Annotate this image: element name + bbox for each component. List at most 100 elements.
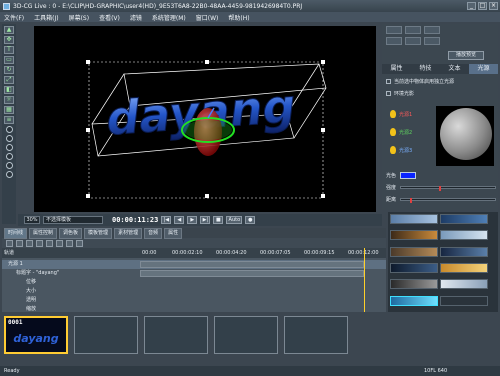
light-3[interactable]: 光源3 — [390, 146, 412, 154]
light-tool-icon[interactable]: ☼ — [4, 96, 14, 104]
auto-button[interactable]: Auto — [226, 216, 243, 224]
text-tool-icon[interactable]: T — [4, 46, 14, 54]
tab-lights[interactable]: 光源 — [469, 64, 498, 74]
tab-effects[interactable]: 特技 — [411, 64, 440, 74]
move-tool-icon[interactable]: ✥ — [4, 36, 14, 44]
ambient-shadow-option[interactable]: 环境光影 — [386, 90, 414, 97]
material-thumb[interactable] — [440, 246, 488, 257]
material-thumb[interactable] — [390, 230, 438, 241]
prev-frame-icon[interactable]: ◀ — [174, 216, 185, 224]
menu-system[interactable]: 系统管理(M) — [152, 13, 186, 22]
shape-tool-icon[interactable]: ▭ — [4, 56, 14, 64]
menu-toolbox[interactable]: 工具箱(J) — [34, 13, 58, 22]
view-side-icon[interactable] — [5, 135, 13, 142]
menu-screen[interactable]: 屏幕(S) — [69, 13, 90, 22]
intensity-slider[interactable] — [400, 186, 496, 191]
expand-icon[interactable] — [76, 239, 83, 247]
tool-3-icon[interactable] — [424, 26, 440, 34]
move-down-icon[interactable] — [36, 239, 43, 247]
track-row[interactable]: 缩放 — [2, 305, 386, 314]
lock-icon[interactable] — [66, 239, 73, 247]
material-thumb[interactable] — [390, 262, 438, 273]
light-1[interactable]: 光源1 — [390, 110, 412, 118]
close-button[interactable]: × — [489, 2, 498, 10]
timeline-ruler[interactable]: 轨道 00:00 00:00:02:10 00:00:04:20 00:00:0… — [2, 248, 386, 258]
scene-thumb[interactable] — [74, 316, 138, 354]
rotate-tool-icon[interactable]: ↻ — [4, 66, 14, 74]
delete-track-icon[interactable] — [16, 239, 23, 247]
material-thumb[interactable] — [440, 230, 488, 241]
track-row[interactable]: 光源 1 — [2, 260, 386, 269]
tool-2-icon[interactable] — [405, 26, 421, 34]
view-perspective-icon[interactable] — [5, 153, 13, 160]
scene-thumb-selected[interactable]: 0001 dayang — [4, 316, 68, 354]
track-row[interactable]: 位移 — [2, 278, 386, 287]
render-viewport[interactable]: dayang — [34, 26, 376, 212]
tab-template-manager[interactable]: 模板管理 — [84, 227, 113, 239]
zoom-select[interactable]: 30% — [24, 216, 40, 224]
tab-audio[interactable]: 音频 — [144, 227, 163, 239]
checkbox-icon[interactable] — [386, 91, 391, 96]
view-reset-icon[interactable] — [5, 171, 13, 178]
link-icon[interactable] — [56, 239, 63, 247]
material-thumb[interactable] — [390, 214, 438, 224]
tool-5-icon[interactable] — [405, 37, 421, 45]
tab-timeline[interactable]: 时间线 — [4, 227, 28, 239]
tab-text[interactable]: 文本 — [440, 64, 469, 74]
grid-tool-icon[interactable]: ▦ — [4, 106, 14, 114]
independent-light-option[interactable]: 当前选中物体启用独立光源 — [386, 78, 454, 85]
tool-4-icon[interactable] — [386, 37, 402, 45]
checkbox-icon[interactable] — [386, 79, 391, 84]
move-up-icon[interactable] — [26, 239, 33, 247]
distance-slider[interactable] — [400, 198, 496, 203]
material-thumb[interactable] — [440, 214, 488, 224]
tab-palette[interactable]: 调色板 — [59, 227, 83, 239]
tab-properties[interactable]: 属性 — [382, 64, 411, 74]
track-clip[interactable] — [140, 261, 364, 268]
playhead[interactable] — [364, 248, 365, 312]
stop-icon[interactable]: ■ — [213, 216, 224, 224]
select-tool-icon[interactable]: ▲ — [4, 26, 14, 34]
track-clip[interactable] — [140, 270, 364, 277]
maximize-button[interactable]: □ — [478, 2, 487, 10]
goto-start-icon[interactable]: |◀ — [161, 216, 172, 224]
camera-tool-icon[interactable]: ◧ — [4, 86, 14, 94]
material-thumb[interactable] — [390, 279, 438, 290]
view-camera-icon[interactable] — [5, 162, 13, 169]
view-front-icon[interactable] — [5, 126, 13, 133]
track-row[interactable]: 标题字 - "dayang" — [2, 269, 386, 278]
menu-window[interactable]: 窗口(W) — [196, 13, 219, 22]
add-track-icon[interactable] — [6, 239, 13, 247]
light-2[interactable]: 光源2 — [390, 128, 412, 136]
menu-file[interactable]: 文件(F) — [4, 13, 24, 22]
material-thumb[interactable] — [440, 295, 488, 306]
track-row[interactable]: 透明 — [2, 296, 386, 305]
menu-filter[interactable]: 滤镜 — [130, 13, 142, 22]
material-thumb[interactable] — [390, 246, 438, 257]
play-icon[interactable]: ▶ — [187, 216, 198, 224]
scene-thumb[interactable] — [284, 316, 348, 354]
keyframe-icon[interactable] — [46, 239, 53, 247]
scale-tool-icon[interactable]: ⤢ — [4, 76, 14, 84]
light-direction-sphere[interactable] — [436, 106, 494, 166]
light-color-swatch[interactable] — [400, 172, 417, 179]
material-thumb[interactable] — [440, 279, 488, 290]
tab-attr-control[interactable]: 属性控制 — [29, 227, 58, 239]
scene-thumb[interactable] — [214, 316, 278, 354]
minimize-button[interactable]: _ — [467, 2, 476, 10]
record-icon[interactable]: ● — [245, 216, 256, 224]
scene-thumb[interactable] — [144, 316, 208, 354]
tab-attributes[interactable]: 属性 — [164, 227, 183, 239]
menu-view[interactable]: 查看(V) — [99, 13, 120, 22]
material-thumb[interactable] — [390, 295, 438, 306]
tool-6-icon[interactable] — [424, 37, 440, 45]
material-thumb[interactable] — [440, 262, 488, 273]
tool-1-icon[interactable] — [386, 26, 402, 34]
track-row[interactable]: 大小 — [2, 287, 386, 296]
view-top-icon[interactable] — [5, 144, 13, 151]
template-select[interactable]: 不选择模板 — [43, 216, 103, 224]
layer-tool-icon[interactable]: ≡ — [4, 116, 14, 124]
tab-asset-manager[interactable]: 素材管理 — [114, 227, 143, 239]
menu-help[interactable]: 帮助(H) — [228, 13, 249, 22]
preview-button[interactable]: 播放预览 — [448, 51, 484, 60]
